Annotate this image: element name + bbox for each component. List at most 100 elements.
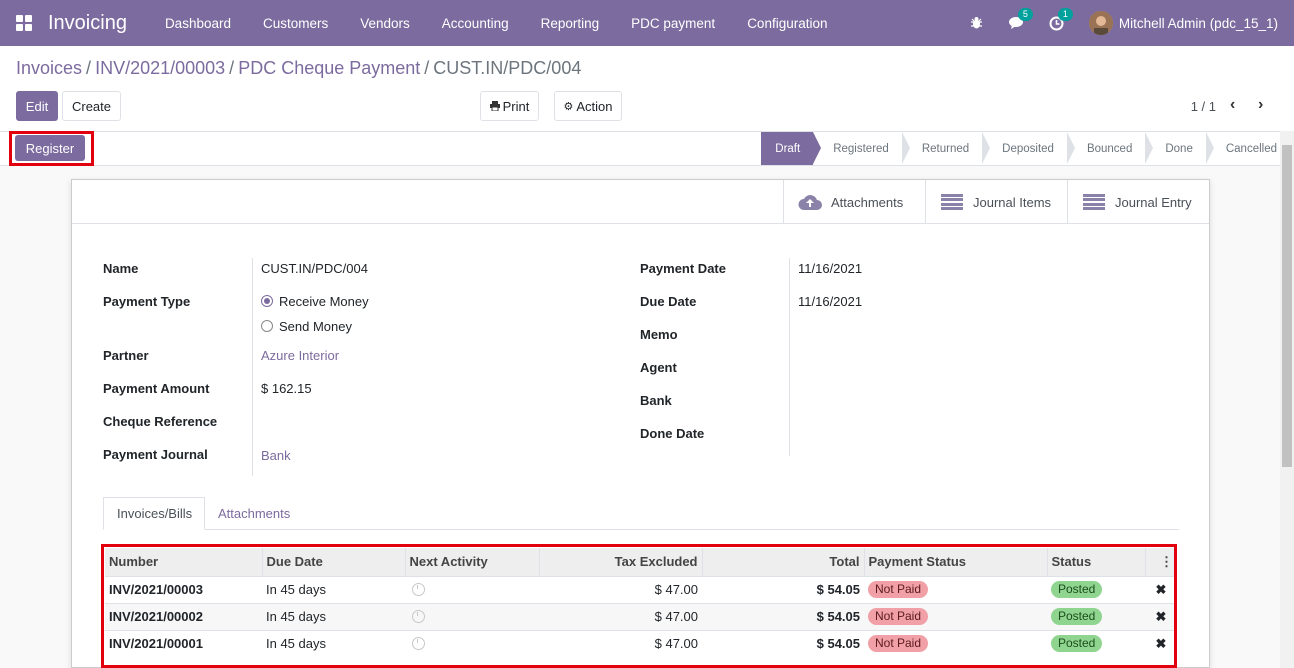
tab-attachments[interactable]: Attachments [205, 497, 303, 530]
breadcrumb-separator: / [424, 58, 430, 78]
journal-entry-label: Journal Entry [1115, 194, 1192, 210]
stage-cancelled[interactable]: Cancelled [1206, 132, 1280, 165]
payment-amount-label: Payment Amount [103, 381, 210, 396]
radio-unselected-icon[interactable] [261, 320, 273, 332]
breadcrumb-current: CUST.IN/PDC/004 [433, 58, 582, 78]
stage-chevron [813, 132, 822, 164]
print-button[interactable]: Print [480, 91, 539, 121]
payment-date-label: Payment Date [640, 261, 726, 276]
stage-chevron [1205, 132, 1214, 164]
stage-bounced[interactable]: Bounced [1067, 132, 1154, 165]
table-highlight-box [101, 544, 1177, 668]
menu-vendors[interactable]: Vendors [344, 16, 426, 31]
create-button[interactable]: Create [62, 91, 121, 121]
journal-items-smart-button[interactable]: Journal Items [925, 180, 1068, 224]
action-button[interactable]: ⚙ Action [554, 91, 622, 121]
breadcrumb-invoices[interactable]: Invoices [16, 58, 82, 78]
menu-dashboard[interactable]: Dashboard [149, 16, 247, 31]
stage-returned[interactable]: Returned [902, 132, 991, 165]
register-highlight-box [9, 131, 94, 166]
payment-type-send[interactable]: Send Money [261, 319, 352, 334]
breadcrumb: Invoices / INV/2021/00003/PDC Cheque Payme… [16, 58, 581, 79]
receive-money-label: Receive Money [279, 294, 369, 309]
due-date-value: 11/16/2021 [798, 294, 863, 309]
stage-chevron [982, 132, 991, 164]
stage-done[interactable]: Done [1145, 132, 1214, 165]
breadcrumb-separator: / [229, 58, 235, 78]
vertical-scrollbar[interactable] [1280, 131, 1294, 668]
activities-count-badge: 1 [1057, 8, 1073, 21]
menu-pdc-payment[interactable]: PDC payment [615, 16, 731, 31]
journal-items-label: Journal Items [973, 194, 1052, 210]
stage-draft[interactable]: Draft [761, 132, 822, 165]
stage-label: Bounced [1086, 142, 1133, 155]
payment-journal-label: Payment Journal [103, 447, 208, 462]
column-divider [252, 258, 253, 476]
activities-clock-icon[interactable]: 1 [1049, 8, 1073, 31]
attachments-label: Attachments [831, 194, 904, 210]
menu-configuration[interactable]: Configuration [731, 16, 843, 31]
gear-icon: ⚙ [563, 100, 574, 113]
stage-chevron [1066, 132, 1075, 164]
stage-label: Cancelled [1225, 142, 1277, 155]
bank-label: Bank [640, 393, 672, 408]
attachments-smart-button[interactable]: Attachments [783, 180, 926, 224]
stage-chevron [1145, 132, 1154, 164]
menu-accounting[interactable]: Accounting [426, 16, 525, 31]
pager-next-icon[interactable]: › [1258, 96, 1263, 114]
stage-chevron [901, 132, 910, 164]
stage-label: Returned [921, 142, 970, 155]
stage-label: Done [1165, 142, 1193, 155]
messages-icon[interactable]: 5 [1008, 8, 1033, 31]
stage-registered[interactable]: Registered [813, 132, 910, 165]
user-avatar[interactable] [1088, 11, 1113, 35]
apps-menu-icon[interactable] [16, 15, 32, 31]
agent-label: Agent [640, 360, 677, 375]
due-date-label: Due Date [640, 294, 697, 309]
print-icon [489, 101, 500, 111]
memo-label: Memo [640, 327, 678, 342]
pager-prev-icon[interactable]: ‹ [1230, 96, 1235, 114]
list-icon [1082, 192, 1106, 212]
stage-label: Draft [775, 142, 801, 155]
radio-selected-icon[interactable] [261, 295, 273, 307]
cloud-upload-icon [798, 192, 822, 212]
breadcrumb-separator: / [86, 58, 92, 78]
payment-date-value: 11/16/2021 [798, 261, 863, 276]
stage-label: Deposited [1002, 142, 1054, 155]
scrollbar-thumb[interactable] [1282, 145, 1292, 467]
menu-reporting[interactable]: Reporting [525, 16, 616, 31]
edit-button[interactable]: Edit [16, 91, 58, 121]
debug-bug-icon[interactable] [969, 15, 985, 31]
payment-type-receive[interactable]: Receive Money [261, 294, 369, 309]
action-label: Action [576, 98, 613, 114]
stage-deposited[interactable]: Deposited [982, 132, 1075, 165]
stage-bar: Draft Registered Returned Deposited Boun… [761, 132, 1280, 165]
done-date-label: Done Date [640, 426, 705, 441]
breadcrumb-invoice[interactable]: INV/2021/00003 [95, 58, 225, 78]
tab-invoices-bills[interactable]: Invoices/Bills [103, 497, 205, 530]
messages-count-badge: 5 [1017, 8, 1033, 21]
notebook-tabs: Invoices/Bills Attachments [103, 497, 1179, 530]
list-icon [940, 192, 964, 212]
name-label: Name [103, 261, 139, 276]
cheque-reference-label: Cheque Reference [103, 414, 218, 429]
smart-button-bar: Attachments Journal Items Journal Entry [72, 180, 1209, 224]
name-value: CUST.IN/PDC/004 [261, 261, 368, 276]
journal-entry-smart-button[interactable]: Journal Entry [1067, 180, 1209, 224]
payment-amount-value: $ 162.15 [261, 381, 312, 396]
user-name[interactable]: Mitchell Admin (pdc_15_1) [1119, 16, 1278, 31]
pager-value[interactable]: 1 / 1 [1191, 99, 1216, 114]
payment-type-label: Payment Type [103, 294, 191, 309]
column-divider [789, 258, 790, 456]
app-name[interactable]: Invoicing [48, 12, 127, 35]
menu-customers[interactable]: Customers [247, 16, 344, 31]
payment-journal-link[interactable]: Bank [261, 448, 291, 463]
partner-link[interactable]: Azure Interior [261, 348, 339, 363]
print-label: Print [502, 98, 530, 114]
stage-label: Registered [833, 142, 889, 155]
send-money-label: Send Money [279, 319, 352, 334]
top-navbar: Invoicing Dashboard Customers Vendors Ac… [0, 0, 1294, 46]
breadcrumb-pdc-payment[interactable]: PDC Cheque Payment [238, 58, 420, 78]
partner-label: Partner [103, 348, 149, 363]
